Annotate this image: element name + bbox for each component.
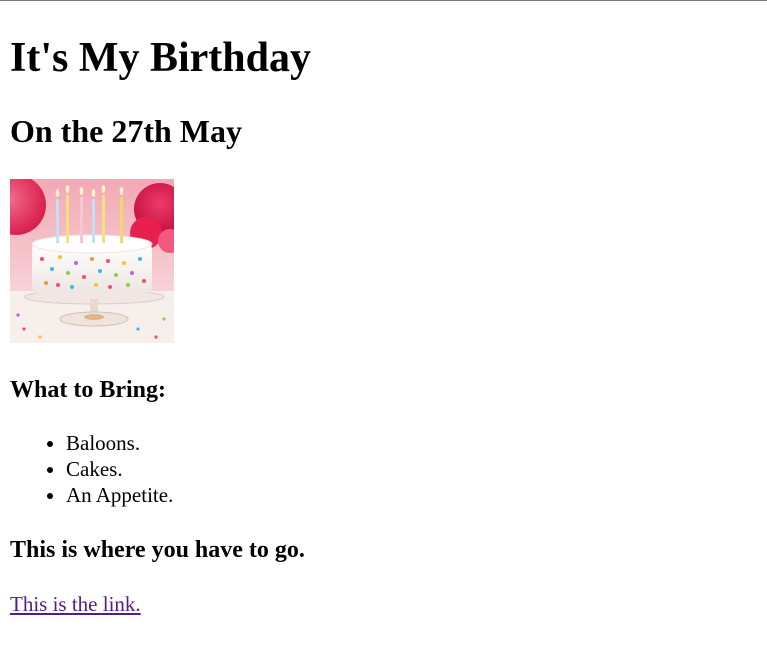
location-link[interactable]: This is the link.	[10, 591, 141, 617]
list-item: Cakes.	[66, 456, 173, 482]
what-to-bring-heading: What to Bring:	[10, 377, 166, 403]
page-title: It's My Birthday	[10, 35, 312, 81]
birthday-cake-image	[10, 179, 174, 343]
page-subtitle: On the 27th May	[10, 113, 242, 149]
top-border	[0, 0, 767, 1]
list-item: An Appetite.	[66, 482, 173, 508]
bring-list: Baloons. Cakes. An Appetite.	[10, 430, 173, 508]
list-item: Baloons.	[66, 430, 173, 456]
where-to-go-heading: This is where you have to go.	[10, 537, 305, 563]
